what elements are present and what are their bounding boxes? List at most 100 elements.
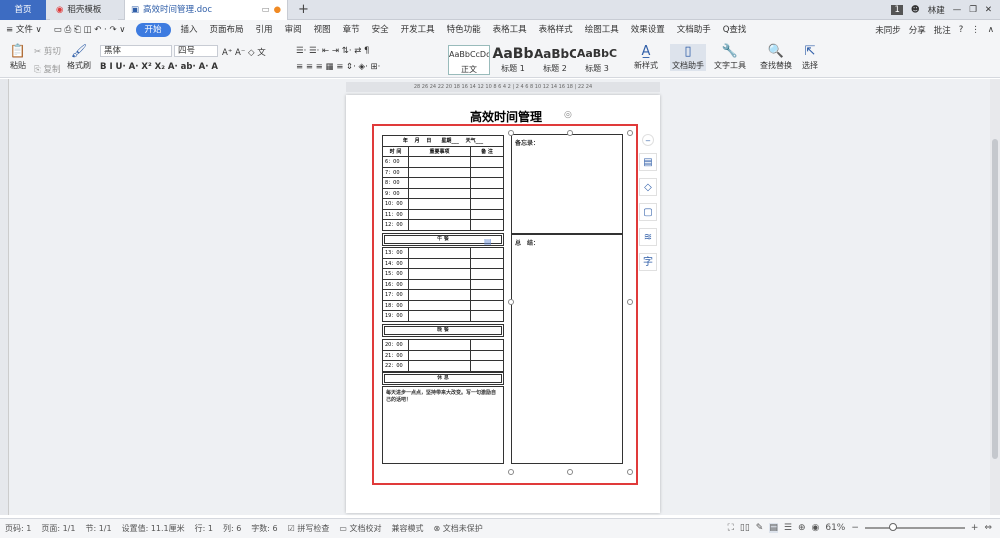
status-col[interactable]: 列: 6 <box>218 523 246 534</box>
proofread-button[interactable]: ▭ 文档校对 <box>334 523 386 534</box>
table-row[interactable]: 8：00 <box>382 177 504 189</box>
status-setting[interactable]: 设置值: 11.1厘米 <box>117 523 190 534</box>
help-icon[interactable]: ? <box>959 25 964 35</box>
font-format-icons[interactable]: B I U· A· X² X₂ A· ab· A· A <box>100 62 218 72</box>
status-words[interactable]: 字数: 6 <box>246 523 282 534</box>
avatar[interactable]: ☻ <box>911 5 920 15</box>
motto-box[interactable]: 每天进步一点点，坚持带来大改变。写一句激励自己的话吧！ <box>382 386 504 464</box>
zoom-slider[interactable] <box>864 523 965 531</box>
menu-tab-view[interactable]: 视图 <box>308 20 337 40</box>
menu-tab-features[interactable]: 特色功能 <box>441 20 487 40</box>
vertical-scrollbar[interactable] <box>990 79 1000 515</box>
table-row[interactable]: 22：00 <box>382 360 504 372</box>
layout-icon[interactable]: ▤ <box>639 153 657 171</box>
summary-box[interactable]: 总 结： <box>511 234 623 464</box>
style-normal[interactable]: AaBbCcDd 正文 <box>448 45 490 75</box>
evening-schedule-table[interactable]: 20：00 21：00 22：00 <box>382 339 504 372</box>
style-heading-2[interactable]: AaBbC 标题 2 <box>534 45 576 75</box>
table-handle-icon[interactable]: ▤ <box>484 237 492 246</box>
menu-search[interactable]: Q查找 <box>717 20 753 40</box>
style-heading-1[interactable]: AaBb 标题 1 <box>492 45 534 75</box>
zoom-level[interactable]: 61% <box>825 523 845 533</box>
afternoon-schedule-table[interactable]: 13：00 14：00 15：00 16：00 17：00 18：00 19：0… <box>382 247 504 322</box>
pin-icon[interactable]: ▭ <box>262 0 270 20</box>
menu-tab-assistant[interactable]: 文档助手 <box>671 20 717 40</box>
eye-protect-icon[interactable]: ◉ <box>811 523 819 533</box>
morning-schedule-table[interactable]: 年 月 日 星期___ 天气___ 时 间 重要事项 备 注 6：00 7：00… <box>382 135 504 231</box>
font-size-select[interactable]: 四号 <box>174 45 218 57</box>
new-tab-button[interactable]: + <box>292 0 309 20</box>
table-row[interactable]: 7：00 <box>382 166 504 178</box>
quick-access-icons[interactable]: ▭ ⎙ ⎗ ◫ ↶ · ↷ ∨ <box>48 20 132 40</box>
status-section[interactable]: 节: 1/1 <box>80 523 116 534</box>
resize-handle[interactable] <box>508 130 514 136</box>
scrollbar-thumb[interactable] <box>992 139 998 459</box>
comment-button[interactable]: 批注 <box>934 24 951 36</box>
close-icon[interactable]: ✕ <box>985 5 992 15</box>
collapse-toolbar-icon[interactable]: − <box>642 134 654 146</box>
table-row[interactable]: 12：00 <box>382 219 504 231</box>
text-tools-button[interactable]: 🔧 文字工具 <box>710 44 750 71</box>
table-row[interactable]: 13：00 <box>382 247 504 259</box>
menu-tab-security[interactable]: 安全 <box>366 20 395 40</box>
menu-tab-developer[interactable]: 开发工具 <box>395 20 441 40</box>
zoom-in-icon[interactable]: + <box>971 523 979 533</box>
menu-tab-reference[interactable]: 引用 <box>250 20 279 40</box>
table-row[interactable]: 14：00 <box>382 257 504 269</box>
find-replace-button[interactable]: 🔍 查找替换 <box>756 44 796 71</box>
user-name[interactable]: 林建 <box>928 4 945 16</box>
user-badge[interactable]: 1 <box>891 5 903 15</box>
menu-tab-chapter[interactable]: 章节 <box>337 20 366 40</box>
tab-home[interactable]: 首页 <box>0 0 46 20</box>
menu-tab-table-tools[interactable]: 表格工具 <box>487 20 533 40</box>
zoom-slider-knob[interactable] <box>888 523 897 531</box>
read-mode-icon[interactable]: ▯▯ <box>740 523 750 533</box>
menu-tab-review[interactable]: 审阅 <box>279 20 308 40</box>
table-row[interactable]: 10：00 <box>382 198 504 210</box>
character-icon[interactable]: 字 <box>639 253 657 271</box>
menu-tab-insert[interactable]: 插入 <box>175 20 204 40</box>
resize-handle[interactable] <box>508 299 514 305</box>
menu-tab-effects[interactable]: 效果设置 <box>625 20 671 40</box>
share-button[interactable]: 分享 <box>909 24 926 36</box>
paragraph-list-icons[interactable]: ☰· ☰· ⇤ ⇥ ⇅· ⇄ ¶ <box>296 46 369 56</box>
resize-handle[interactable] <box>627 299 633 305</box>
protection-button[interactable]: ⊗ 文档未保护 <box>428 523 487 534</box>
table-row[interactable]: 18：00 <box>382 299 504 311</box>
table-row[interactable]: 6：00 <box>382 156 504 168</box>
collapse-ribbon-icon[interactable]: ∧ <box>988 25 994 35</box>
fullscreen-icon[interactable]: ⛶ <box>728 523 734 533</box>
font-name-select[interactable]: 黑体 <box>100 45 172 57</box>
menu-tab-layout[interactable]: 页面布局 <box>204 20 250 40</box>
spell-check-button[interactable]: ☑ 拼写检查 <box>283 523 335 534</box>
memo-box[interactable]: 备忘录： <box>511 134 623 234</box>
table-row[interactable]: 20：00 <box>382 339 504 351</box>
table-row[interactable]: 21：00 <box>382 349 504 361</box>
border-icon[interactable]: ▢ <box>639 203 657 221</box>
resize-handle[interactable] <box>567 130 573 136</box>
paragraph-align-icons[interactable]: ≡ ≡ ≡ ▦ ≡ ⇕· ◈· ⊞· <box>296 62 380 72</box>
menu-file[interactable]: ≡ 文件 ∨ <box>0 20 48 40</box>
font-grow-shrink-icons[interactable]: A⁺ A⁻ ◇ 文 <box>222 46 266 58</box>
outline-view-icon[interactable]: ☰ <box>784 523 792 533</box>
tab-template[interactable]: ◉ 稻壳模板 <box>50 0 118 20</box>
page-view-icon[interactable]: ▤ <box>769 523 778 533</box>
paste-button[interactable]: 📋 粘贴 <box>6 44 30 71</box>
sync-status[interactable]: 未同步 <box>875 24 901 36</box>
fit-page-icon[interactable]: ⇔ <box>984 523 992 533</box>
format-painter-button[interactable]: 🖌 格式刷 <box>66 44 92 71</box>
doc-assistant-button[interactable]: ▯ 文档助手 <box>670 44 706 71</box>
vertical-ruler[interactable] <box>0 79 9 515</box>
new-style-button[interactable]: A̲ 新样式 <box>628 44 664 71</box>
table-row[interactable]: 9：00 <box>382 187 504 199</box>
web-view-icon[interactable]: ⊕ <box>798 523 806 533</box>
cut-button[interactable]: ✂ 剪切 <box>34 45 61 57</box>
copy-button[interactable]: ⎘ 复制 <box>34 63 61 75</box>
status-pages[interactable]: 页面: 1/1 <box>36 523 80 534</box>
resize-handle[interactable] <box>627 130 633 136</box>
menu-tab-table-style[interactable]: 表格样式 <box>533 20 579 40</box>
table-row[interactable]: 19：00 <box>382 310 504 322</box>
style-heading-3[interactable]: AaBbC 标题 3 <box>576 45 618 75</box>
dinner-bar[interactable]: 晚 餐 <box>382 324 504 337</box>
text-wrap-icon[interactable]: ≋ <box>639 228 657 246</box>
